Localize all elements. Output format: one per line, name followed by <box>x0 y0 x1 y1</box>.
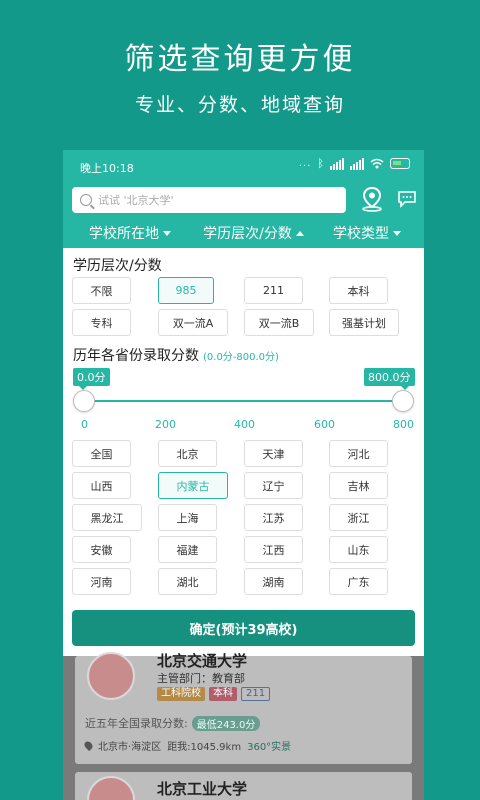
filter-level-score[interactable]: 学历层次/分数 <box>197 222 310 244</box>
filter-school-type-label: 学校类型 <box>333 226 389 242</box>
province-option[interactable]: 辽宁 <box>244 472 303 499</box>
slider-tick: 800 <box>393 418 414 431</box>
search-icon <box>80 194 92 206</box>
filter-level-score-label: 学历层次/分数 <box>203 226 292 242</box>
search-placeholder: 试试 '北京大学' <box>98 194 174 207</box>
chevron-up-icon <box>295 230 304 236</box>
slider-tick: 0 <box>81 418 88 431</box>
province-option[interactable]: 黑龙江 <box>72 504 142 531</box>
message-icon[interactable] <box>397 190 417 208</box>
school-logo <box>87 776 135 800</box>
level-option[interactable]: 双一流A <box>158 309 228 336</box>
province-option[interactable]: 江西 <box>244 536 303 563</box>
filter-bar: 学校所在地 学历层次/分数 学校类型 <box>63 222 424 244</box>
slider-tick: 400 <box>234 418 255 431</box>
promo-title: 筛选查询更方便 <box>124 42 356 77</box>
filter-location-label: 学校所在地 <box>89 226 159 242</box>
score-label: 近五年全国录取分数: <box>85 717 188 730</box>
province-option[interactable]: 福建 <box>158 536 217 563</box>
score-section-title: 历年各省份录取分数 (0.0分-800.0分) <box>73 345 279 365</box>
score-line: 近五年全国录取分数: 最低243.0分 <box>85 715 261 731</box>
level-option[interactable]: 专科 <box>72 309 131 336</box>
search-input[interactable]: 试试 '北京大学' <box>72 187 346 213</box>
slider-max-label: 800.0分 <box>364 368 415 390</box>
slider-tick: 200 <box>155 418 176 431</box>
level-option[interactable]: 强基计划 <box>329 309 399 336</box>
province-option[interactable]: 北京 <box>158 440 217 467</box>
school-tags: 工科院校 本科 211 <box>157 687 271 701</box>
more-dots-icon: ... <box>298 158 312 169</box>
signal-2-icon <box>350 157 364 170</box>
battery-icon <box>390 158 410 169</box>
province-option-selected[interactable]: 内蒙古 <box>158 472 228 499</box>
province-option[interactable]: 河南 <box>72 568 131 595</box>
province-option[interactable]: 浙江 <box>329 504 388 531</box>
school-name: 北京工业大学 <box>157 780 248 798</box>
slider-min-label: 0.0分 <box>73 368 110 390</box>
level-section-title: 学历层次/分数 <box>73 258 162 274</box>
school-address: 北京市·海淀区 <box>98 742 162 753</box>
school-card[interactable]: 北京交通大学 主管部门：教育部 工科院校 本科 211 近五年全国录取分数: 最… <box>75 652 412 764</box>
province-option[interactable]: 江苏 <box>244 504 303 531</box>
confirm-area: 确定(预计39高校) <box>63 598 424 656</box>
level-option[interactable]: 双一流B <box>244 309 314 336</box>
filter-panel: 学历层次/分数 不限 985 211 本科 专科 双一流A 双一流B 强基计划 … <box>63 248 424 656</box>
status-bar: 晚上10:18 ... ᛒ <box>63 150 424 182</box>
tag-level: 本科 <box>209 687 237 701</box>
province-option[interactable]: 广东 <box>329 568 388 595</box>
score-badge: 最低243.0分 <box>191 715 261 731</box>
level-option[interactable]: 211 <box>244 277 303 304</box>
school-name: 北京交通大学 <box>157 652 248 670</box>
province-option[interactable]: 吉林 <box>329 472 388 499</box>
pin-icon <box>82 739 95 752</box>
signal-icon <box>330 157 344 170</box>
province-option[interactable]: 安徽 <box>72 536 131 563</box>
school-logo <box>87 652 135 700</box>
province-option[interactable]: 上海 <box>158 504 217 531</box>
level-option[interactable]: 本科 <box>329 277 388 304</box>
province-option[interactable]: 湖北 <box>158 568 217 595</box>
level-option-selected[interactable]: 985 <box>158 277 214 304</box>
chevron-down-icon <box>163 230 171 236</box>
school-card[interactable]: 北京工业大学 <box>75 772 412 800</box>
bluetooth-icon: ᛒ <box>317 157 324 170</box>
wifi-icon <box>370 158 384 169</box>
score-slider-track[interactable] <box>83 400 403 402</box>
score-section-title-text: 历年各省份录取分数 <box>73 348 199 364</box>
school-dept: 主管部门：教育部 <box>157 672 245 685</box>
province-option[interactable]: 山西 <box>72 472 131 499</box>
status-icons: ... ᛒ <box>299 157 410 170</box>
province-option[interactable]: 山东 <box>329 536 388 563</box>
level-option[interactable]: 不限 <box>72 277 131 304</box>
phone-screen: 晚上10:18 ... ᛒ 试试 '北京大学' 学校所在地 学历层次/分数 学校… <box>63 150 424 800</box>
province-option[interactable]: 天津 <box>244 440 303 467</box>
province-option[interactable]: 全国 <box>72 440 131 467</box>
tag-211: 211 <box>241 687 271 701</box>
tag-type: 工科院校 <box>157 687 205 701</box>
slider-min-handle[interactable] <box>73 390 95 412</box>
chevron-down-icon <box>393 230 401 236</box>
filter-location[interactable]: 学校所在地 <box>63 222 197 244</box>
province-option[interactable]: 湖南 <box>244 568 303 595</box>
province-option[interactable]: 河北 <box>329 440 388 467</box>
slider-max-handle[interactable] <box>392 390 414 412</box>
address-line: 北京市·海淀区 距我:1045.9km 360°实景 <box>82 738 291 753</box>
header: 试试 '北京大学' 学校所在地 学历层次/分数 学校类型 <box>63 182 424 248</box>
confirm-button[interactable]: 确定(预计39高校) <box>72 610 415 646</box>
filter-school-type[interactable]: 学校类型 <box>310 222 424 244</box>
score-range-text: (0.0分-800.0分) <box>203 352 279 363</box>
vr-link[interactable]: 360°实景 <box>247 738 291 753</box>
location-pin-icon[interactable] <box>361 186 383 212</box>
slider-tick: 600 <box>314 418 335 431</box>
dimmed-result-list: 北京交通大学 主管部门：教育部 工科院校 本科 211 近五年全国录取分数: 最… <box>63 652 424 800</box>
status-time: 晚上10:18 <box>80 162 134 175</box>
school-distance: 距我:1045.9km <box>167 742 242 753</box>
promo-subtitle: 专业、分数、地域查询 <box>134 94 345 116</box>
